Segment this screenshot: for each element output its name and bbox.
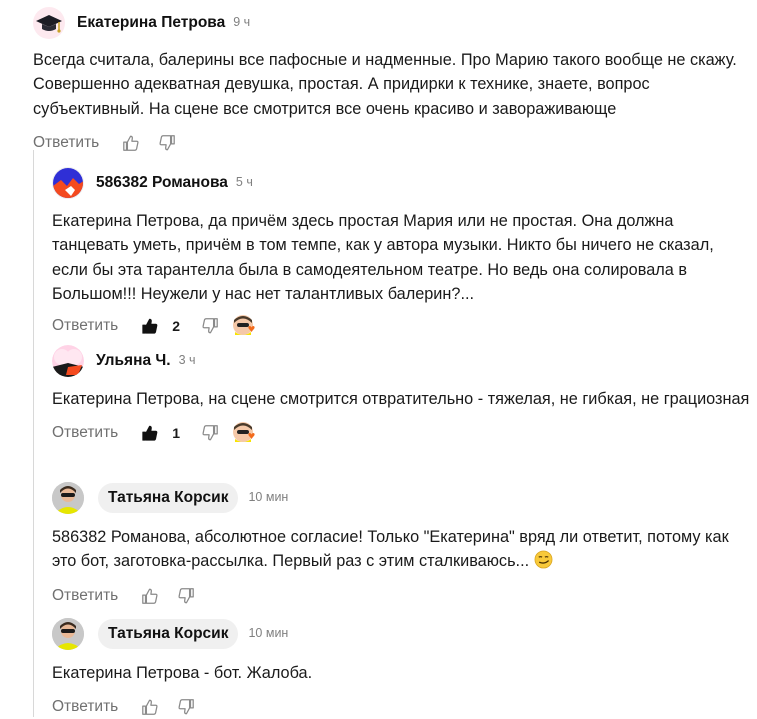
dislike-button[interactable] bbox=[200, 423, 220, 443]
reply-button[interactable]: Ответить bbox=[52, 424, 118, 442]
thumbs-up-filled-icon bbox=[142, 318, 158, 334]
comment-text: Екатерина Петрова, да причём здесь прост… bbox=[52, 212, 714, 303]
comment-3: Ульяна Ч. 3 ч Екатерина Петрова, на сцен… bbox=[52, 342, 752, 445]
comment-2: 586382 Романова 5 ч Екатерина Петрова, д… bbox=[52, 164, 752, 338]
timestamp: 9 ч bbox=[233, 15, 251, 29]
reaction-avatar-icon bbox=[233, 315, 255, 336]
timestamp: 10 мин bbox=[248, 490, 289, 504]
like-count: 1 bbox=[172, 425, 181, 442]
thumbs-up-icon bbox=[123, 135, 139, 151]
like-button[interactable] bbox=[140, 423, 160, 443]
thumbs-down-icon bbox=[178, 587, 195, 603]
author-name[interactable]: 586382 Романова bbox=[96, 174, 228, 192]
graduation-cap-icon bbox=[36, 15, 62, 33]
comment-5: Татьяна Корсик 10 мин Екатерина Петрова … bbox=[52, 614, 752, 719]
reaction-avatar-icon bbox=[233, 422, 255, 443]
avatar-image bbox=[53, 168, 83, 198]
thumbs-up-filled-icon bbox=[142, 426, 158, 441]
thumbs-down-icon bbox=[159, 135, 176, 151]
author-name[interactable]: Екатерина Петрова bbox=[77, 14, 225, 32]
avatar[interactable] bbox=[52, 167, 84, 199]
dislike-button[interactable] bbox=[157, 133, 177, 153]
thumbs-up-icon bbox=[142, 588, 158, 604]
timestamp: 10 мин bbox=[248, 626, 289, 640]
like-button[interactable] bbox=[121, 133, 141, 153]
thumbs-up-icon bbox=[142, 699, 158, 716]
reply-button[interactable]: Ответить bbox=[52, 698, 118, 716]
avatar[interactable] bbox=[52, 618, 84, 650]
comment-4: Татьяна Корсик 10 мин 586382 Романова, а… bbox=[52, 478, 752, 608]
avatar-image bbox=[52, 618, 84, 650]
reply-button[interactable]: Ответить bbox=[52, 317, 118, 335]
comment-text: Екатерина Петрова, на сцене смотрится от… bbox=[52, 390, 750, 408]
thumbs-down-icon bbox=[202, 425, 218, 441]
reactions[interactable] bbox=[232, 314, 256, 338]
thumbs-down-icon bbox=[202, 318, 218, 334]
thread-line bbox=[33, 150, 34, 717]
comment-text: Екатерина Петрова - бот. Жалоба. bbox=[52, 664, 313, 682]
reply-button[interactable]: Ответить bbox=[33, 134, 99, 152]
avatar-image bbox=[52, 345, 84, 377]
author-name[interactable]: Ульяна Ч. bbox=[96, 352, 171, 370]
timestamp: 5 ч bbox=[235, 175, 253, 189]
comment-1: Екатерина Петрова 9 ч Всегда считала, ба… bbox=[33, 4, 753, 155]
author-name[interactable]: Татьяна Корсик bbox=[98, 619, 239, 649]
smirk-emoji-icon bbox=[534, 550, 553, 569]
timestamp: 3 ч bbox=[178, 353, 196, 367]
like-button[interactable] bbox=[140, 697, 160, 717]
thumbs-down-icon bbox=[178, 699, 195, 715]
reactions[interactable] bbox=[232, 421, 256, 445]
avatar-image bbox=[52, 482, 84, 514]
avatar[interactable] bbox=[33, 7, 65, 39]
like-button[interactable] bbox=[140, 586, 160, 606]
avatar[interactable] bbox=[52, 345, 84, 377]
comment-text-body: 586382 Романова, абсолютное согласие! То… bbox=[52, 528, 729, 571]
dislike-button[interactable] bbox=[176, 697, 196, 717]
dislike-button[interactable] bbox=[200, 316, 220, 336]
reply-button[interactable]: Ответить bbox=[52, 587, 118, 605]
like-button[interactable] bbox=[140, 316, 160, 336]
author-name[interactable]: Татьяна Корсик bbox=[98, 483, 239, 513]
like-count: 2 bbox=[172, 318, 181, 335]
comment-text: Всегда считала, балерины все пафосные и … bbox=[33, 51, 737, 118]
comment-text: 586382 Романова, абсолютное согласие! То… bbox=[52, 525, 752, 574]
avatar[interactable] bbox=[52, 482, 84, 514]
dislike-button[interactable] bbox=[176, 586, 196, 606]
